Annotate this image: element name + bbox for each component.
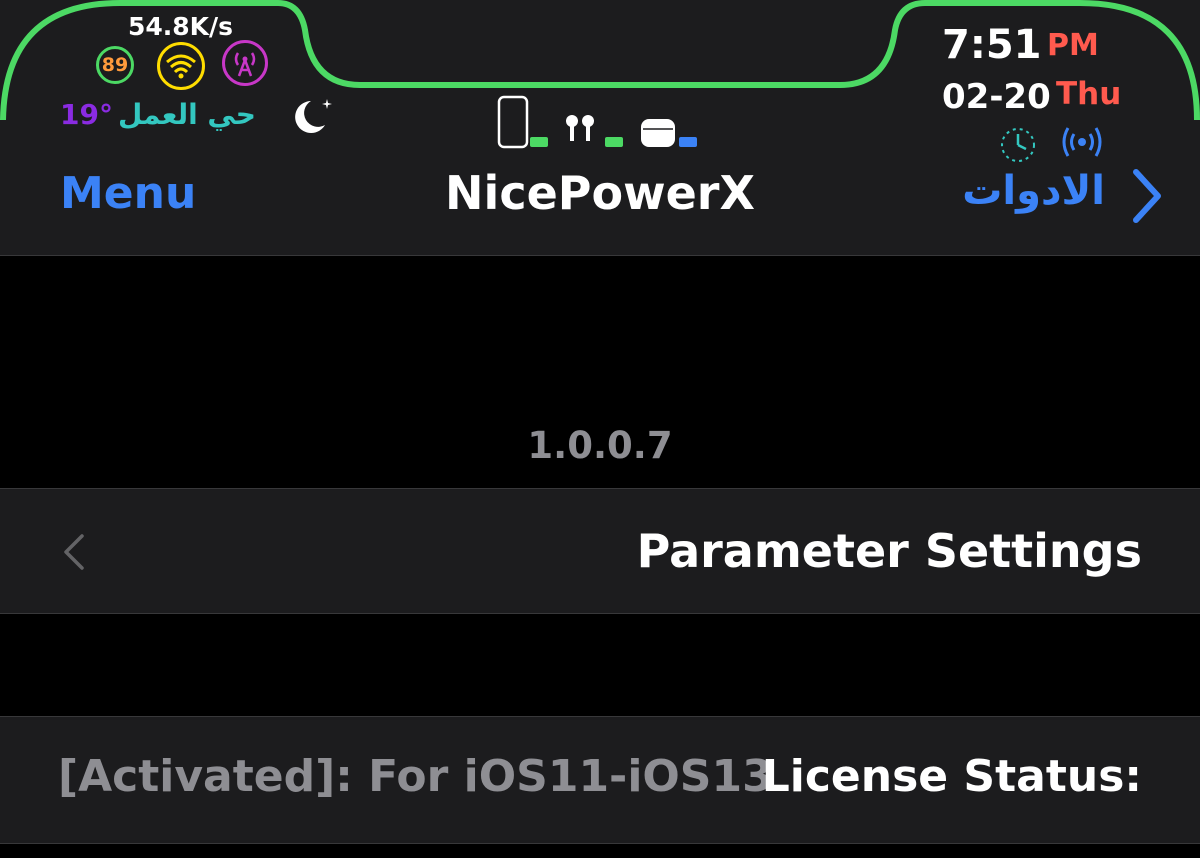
chevron-left-icon: [64, 534, 84, 570]
license-status-label: License Status:: [761, 751, 1142, 802]
clock-ampm: PM: [1047, 28, 1099, 63]
divider: [0, 613, 1200, 614]
clock-weekday: Thu: [1056, 76, 1122, 112]
phone-icon: [497, 95, 548, 149]
chevron-right-icon[interactable]: [1126, 166, 1166, 226]
battery-indicator: 89: [96, 46, 134, 84]
license-status-value: [Activated]: For iOS11-iOS13: [58, 751, 773, 802]
broadcast-icon: [1062, 127, 1102, 157]
wifi-icon: [157, 42, 205, 90]
divider: [0, 843, 1200, 844]
airpods-case-icon: [641, 119, 697, 147]
divider: [0, 716, 1200, 717]
moon-icon: [295, 99, 332, 133]
divider: [0, 255, 1200, 256]
network-speed: 54.8K/s: [128, 12, 234, 41]
version-label: 1.0.0.7: [527, 424, 673, 467]
airpods-icon: [566, 115, 623, 147]
temperature: 19°: [60, 98, 113, 131]
cell-tower-icon: [222, 40, 268, 86]
parameter-settings-row[interactable]: Parameter Settings: [0, 488, 1200, 614]
tools-button[interactable]: الادوات: [962, 168, 1105, 214]
license-status-row: [Activated]: For iOS11-iOS13 License Sta…: [0, 716, 1200, 844]
clock-date: 02-20: [942, 77, 1051, 117]
clock-icon: [1001, 128, 1035, 162]
parameter-settings-label: Parameter Settings: [636, 524, 1142, 578]
divider: [0, 488, 1200, 489]
clock-time: 7:51: [942, 22, 1042, 68]
location-label: حي العمل: [118, 98, 256, 131]
bluetooth-devices: [497, 95, 697, 149]
battery-level: 89: [101, 54, 129, 76]
